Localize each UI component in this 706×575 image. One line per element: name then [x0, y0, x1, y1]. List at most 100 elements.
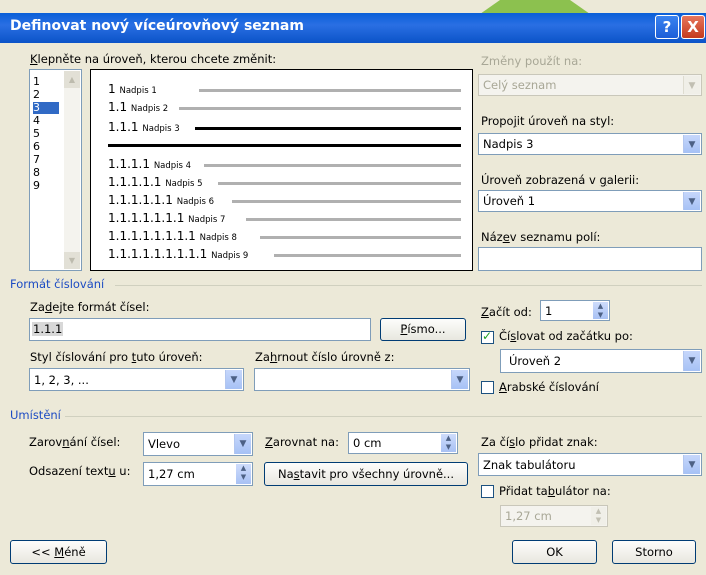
preview-line: [260, 236, 461, 239]
level-item[interactable]: 4: [33, 115, 40, 127]
arrow-decoration: [480, 0, 590, 14]
listnum-field-label: Název seznamu polí:: [481, 230, 601, 244]
add-tab-checkbox[interactable]: [481, 485, 494, 498]
chevron-down-icon: ▼: [683, 135, 700, 153]
text-indent-value: 1,27 cm: [148, 467, 195, 481]
preview-level-7: 1.1.1.1.1.1.1 Nadpis 7: [108, 211, 226, 225]
ok-button[interactable]: OK: [512, 540, 597, 564]
level-item[interactable]: 5: [33, 128, 40, 140]
preview-line-selected: [108, 144, 461, 147]
spinner-arrows-icon[interactable]: ▲ ▼: [591, 507, 606, 525]
less-button[interactable]: << Méně: [10, 540, 107, 564]
include-level-dropdown[interactable]: ▼: [254, 368, 470, 391]
gallery-level-value: Úroveň 1: [483, 194, 536, 208]
preview-line: [199, 89, 461, 92]
gallery-level-dropdown[interactable]: Úroveň 1 ▼: [478, 190, 702, 212]
preview-level-4: 1.1.1.1 Nadpis 4: [108, 157, 192, 171]
preview-level-6: 1.1.1.1.1.1 Nadpis 6: [108, 193, 214, 207]
level-item[interactable]: 7: [33, 154, 40, 166]
add-tab-value: 1,27 cm: [505, 509, 552, 523]
preview-line: [246, 218, 461, 221]
chevron-down-icon: ▼: [451, 370, 468, 389]
levels-listbox[interactable]: 1 2 3 4 5 6 7 8 9 ▲ ▼: [29, 69, 82, 271]
help-button[interactable]: ?: [655, 15, 679, 39]
chevron-down-icon: ▼: [234, 434, 251, 454]
spinner-arrows-icon[interactable]: ▲ ▼: [441, 434, 456, 452]
chevron-down-icon: ▼: [683, 192, 700, 210]
spinner-arrows-icon[interactable]: ▲ ▼: [236, 464, 251, 484]
number-style-dropdown[interactable]: 1, 2, 3, ... ▼: [29, 368, 244, 391]
add-tab-label: Přidat tabulátor na:: [499, 484, 611, 498]
preview-line-selected: [195, 127, 461, 130]
gallery-level-label: Úroveň zobrazená v galerii:: [481, 173, 640, 187]
format-section-divider: [115, 285, 702, 286]
set-for-all-levels-button[interactable]: Nastavit pro všechny úrovně...: [264, 462, 468, 486]
levels-label: Klepněte na úroveň, kterou chcete změnit…: [30, 52, 277, 66]
enter-format-label: Zadejte formát čísel:: [30, 300, 150, 314]
preview-level-8: 1.1.1.1.1.1.1.1 Nadpis 8: [108, 229, 237, 243]
number-style-value: 1, 2, 3, ...: [34, 373, 89, 387]
follow-number-label: Za číslo přidat znak:: [481, 435, 598, 449]
list-preview: 1 Nadpis 1 1.1 Nadpis 2 1.1.1 Nadpis 3 1…: [90, 69, 473, 271]
number-format-input[interactable]: 1.1.1: [29, 318, 371, 341]
format-section-title: Formát číslování: [10, 277, 105, 291]
start-at-value: 1: [545, 304, 553, 318]
level-item[interactable]: 2: [33, 89, 40, 101]
restart-level-value: Úroveň 2: [509, 354, 562, 368]
apply-to-dropdown[interactable]: Celý seznam ▼: [478, 74, 702, 96]
cancel-button[interactable]: Storno: [612, 540, 696, 564]
position-section-divider: [65, 416, 702, 417]
preview-level-1: 1 Nadpis 1: [108, 82, 157, 96]
apply-to-label: Změny použít na:: [481, 54, 583, 68]
aligned-at-value: 0 cm: [353, 436, 382, 450]
link-style-value: Nadpis 3: [483, 137, 534, 151]
preview-level-3: 1.1.1 Nadpis 3: [108, 120, 180, 134]
level-item[interactable]: 1: [33, 76, 40, 88]
preview-line: [232, 200, 461, 203]
chevron-down-icon: ▼: [683, 351, 700, 371]
preview-level-2: 1.1 Nadpis 2: [108, 100, 169, 114]
chevron-down-icon: ▼: [683, 455, 700, 474]
link-style-label: Propojit úroveň na styl:: [481, 114, 615, 128]
font-button[interactable]: Písmo...: [380, 318, 466, 341]
include-level-label: Zahrnout číslo úrovně z:: [255, 350, 395, 364]
preview-level-5: 1.1.1.1.1 Nadpis 5: [108, 175, 203, 189]
legal-numbering-checkbox[interactable]: [481, 381, 494, 394]
preview-line: [274, 254, 461, 257]
check-icon: ✓: [482, 329, 493, 343]
listnum-field-input[interactable]: [478, 247, 702, 271]
link-style-dropdown[interactable]: Nadpis 3 ▼: [478, 133, 702, 155]
restart-label: Číslovat od začátku po:: [499, 329, 633, 343]
alignment-value: Vlevo: [148, 437, 180, 451]
scroll-up-icon[interactable]: ▲: [64, 71, 80, 88]
restart-level-dropdown[interactable]: Úroveň 2 ▼: [500, 349, 702, 373]
dialog: Definovat nový víceúrovňový seznam ? X K…: [0, 0, 706, 575]
aligned-at-spinner[interactable]: 0 cm ▲ ▼: [348, 432, 458, 454]
text-indent-spinner[interactable]: 1,27 cm ▲ ▼: [143, 462, 253, 486]
preview-line: [204, 164, 461, 167]
level-item[interactable]: 6: [33, 141, 40, 153]
aligned-at-label: Zarovnat na:: [265, 435, 339, 449]
scroll-down-icon[interactable]: ▼: [64, 252, 80, 269]
alignment-dropdown[interactable]: Vlevo ▼: [143, 432, 253, 456]
restart-checkbox[interactable]: ✓: [481, 329, 494, 344]
preview-line: [179, 107, 461, 110]
number-style-label: Styl číslování pro tuto úroveň:: [30, 350, 203, 364]
apply-to-value: Celý seznam: [483, 78, 557, 92]
level-item-selected[interactable]: 3: [33, 102, 59, 114]
preview-level-9: 1.1.1.1.1.1.1.1.1 Nadpis 9: [108, 247, 249, 261]
level-item[interactable]: 8: [33, 167, 40, 179]
levels-scrollbar[interactable]: ▲ ▼: [64, 71, 80, 269]
spinner-arrows-icon[interactable]: ▲ ▼: [593, 302, 608, 319]
number-format-value: 1.1.1: [32, 322, 64, 336]
level-item[interactable]: 9: [33, 180, 40, 192]
add-tab-spinner[interactable]: 1,27 cm ▲ ▼: [500, 505, 608, 527]
follow-number-value: Znak tabulátoru: [483, 458, 576, 472]
follow-number-dropdown[interactable]: Znak tabulátoru ▼: [478, 453, 702, 476]
legal-numbering-label: Arabské číslování: [499, 380, 599, 394]
start-at-spinner[interactable]: 1 ▲ ▼: [540, 300, 610, 321]
text-indent-label: Odsazení textu u:: [29, 464, 131, 478]
close-button[interactable]: X: [681, 15, 705, 39]
preview-line: [218, 182, 461, 185]
alignment-label: Zarovnání čísel:: [29, 435, 121, 449]
